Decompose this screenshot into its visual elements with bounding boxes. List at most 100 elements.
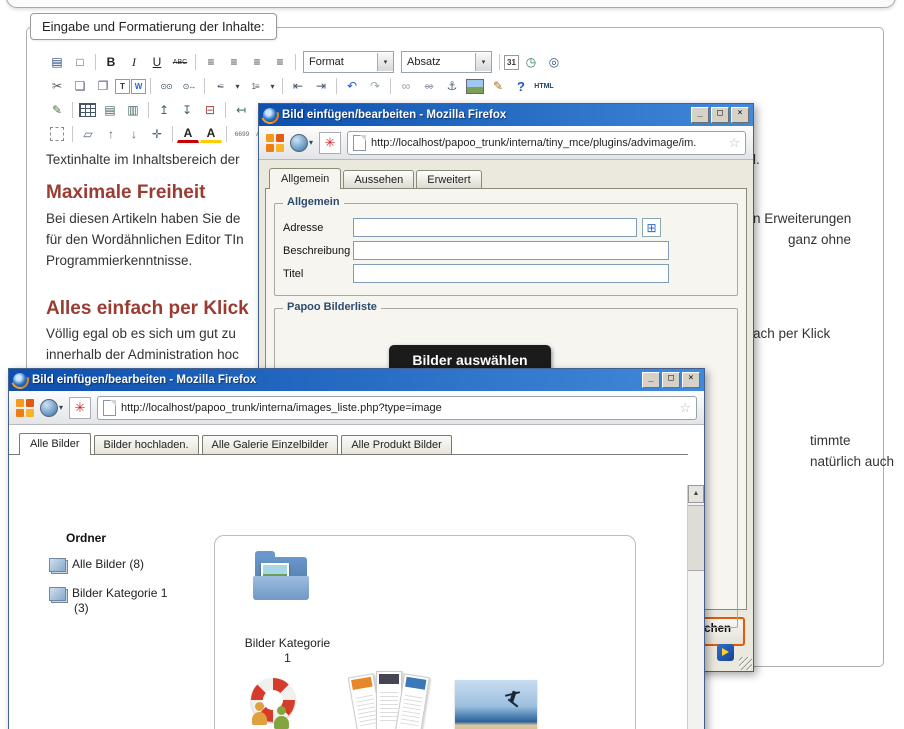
paste-from-word-icon[interactable]: W [131,79,146,94]
save-icon[interactable]: ▤ [46,51,68,73]
editor-paragraph-fragment[interactable]: n Erweiterungen [753,211,851,226]
scrollbar[interactable]: ▲ [687,485,704,729]
red-asterisk-icon[interactable]: ✳ [319,132,341,154]
bold-icon[interactable]: B [100,51,122,73]
format-select[interactable]: Format ▾ [303,51,394,73]
editor-paragraph-fragment[interactable]: ganz ohne [788,232,851,247]
delete-row-icon[interactable]: ⊟ [199,99,221,121]
help-icon[interactable]: ? [510,75,532,97]
tab-bilder-hochladen[interactable]: Bilder hochladen. [94,435,199,454]
undo-icon[interactable]: ↶ [341,75,363,97]
scrollbar-thumb[interactable] [688,505,704,571]
title-bar[interactable]: Bild einfügen/bearbeiten - Mozilla Firef… [259,104,753,126]
tab-alle-bilder[interactable]: Alle Bilder [19,433,91,455]
editor-paragraph[interactable]: innerhalb der Administration hoc [46,347,239,362]
edit-css-icon[interactable]: ✎ [46,99,68,121]
insert-date-icon[interactable]: 31 [504,55,519,70]
go-button[interactable]: ▾ [290,134,313,152]
community-thumbnail[interactable] [243,676,307,729]
numbered-list-icon[interactable]: 1≡ [244,75,266,97]
folder-label[interactable]: Bilder Kategorie 1 [225,636,350,666]
insert-time-icon[interactable]: ◷ [520,51,542,73]
insert-layer-icon[interactable]: ▱ [77,123,99,145]
tab-erweitert[interactable]: Erweitert [416,170,481,188]
dropdown-caret-icon[interactable]: ▾ [267,75,278,97]
tab-aussehen[interactable]: Aussehen [343,170,414,188]
resize-grip[interactable] [739,657,752,670]
move-backward-icon[interactable]: ↓ [123,123,145,145]
close-button[interactable]: × [731,107,749,123]
preview-icon[interactable]: ◎ [543,51,565,73]
image-browser-button[interactable]: ⊞ [642,218,661,237]
dropdown-caret-icon[interactable]: ▾ [232,75,243,97]
editor-paragraph-fragment[interactable]: l. [753,152,760,167]
freedom-thumbnail[interactable] [455,680,537,729]
editor-paragraph-fragment[interactable]: natürlich auch [810,454,894,469]
sidebar-item-bilder-kategorie-1[interactable]: Bilder Kategorie 1 (3) [49,586,209,616]
editor-paragraph[interactable]: Bei diesen Artikeln haben Sie de [46,211,240,226]
redo-icon[interactable]: ↷ [364,75,386,97]
sidebar-item-alle-bilder[interactable]: Alle Bilder (8) [49,557,209,572]
maximize-button[interactable]: □ [711,107,729,123]
anchor-icon[interactable]: ⚓ [441,75,463,97]
cut-icon[interactable]: ✂ [46,75,68,97]
replace-icon[interactable]: ⊙↔ [178,75,200,97]
table-row-properties-icon[interactable]: ▤ [99,99,121,121]
title-bar[interactable]: Bild einfügen/bearbeiten - Mozilla Firef… [9,369,704,391]
beschreibung-input[interactable] [353,241,669,260]
editor-paragraph-fragment[interactable]: ach per Klick [753,326,830,341]
link-icon[interactable]: ∞ [395,75,417,97]
red-asterisk-icon[interactable]: ✳ [69,397,91,419]
editor-heading-1[interactable]: Maximale Freiheit [46,182,205,204]
search-icon[interactable]: ⊙⊙ [155,75,177,97]
editor-paragraph-fragment[interactable]: timmte [810,433,851,448]
tab-alle-galerie-einzelbilder[interactable]: Alle Galerie Einzelbilder [202,435,339,454]
tab-allgemein[interactable]: Allgemein [269,168,341,189]
unlink-icon[interactable]: ∞ [418,75,440,97]
adresse-input[interactable] [353,218,637,237]
indent-icon[interactable]: ⇥ [310,75,332,97]
url-bar[interactable]: http://localhost/papoo_trunk/interna/tin… [347,131,746,155]
paste-as-text-icon[interactable]: T [115,79,130,94]
move-forward-icon[interactable]: ↑ [100,123,122,145]
editor-heading-2[interactable]: Alles einfach per Klick [46,298,249,320]
underline-icon[interactable]: U [146,51,168,73]
new-document-icon[interactable]: □ [69,51,91,73]
outdent-icon[interactable]: ⇤ [287,75,309,97]
strikethrough-icon[interactable]: ABC [169,51,191,73]
titel-input[interactable] [353,264,669,283]
italic-icon[interactable]: I [123,51,145,73]
insert-table-icon[interactable] [79,103,96,117]
font-color-icon[interactable]: A [177,125,199,143]
align-center-icon[interactable]: ≡ [223,51,245,73]
visual-aid-icon[interactable] [50,127,64,141]
bookmark-star-icon[interactable]: ☆ [679,400,691,416]
design-thumbnail[interactable] [347,668,431,729]
cite-icon[interactable]: 6699 [231,123,253,145]
align-right-icon[interactable]: ≡ [246,51,268,73]
paragraph-select[interactable]: Absatz ▾ [401,51,492,73]
go-button[interactable]: ▾ [40,399,63,417]
editor-paragraph[interactable]: Programmierkenntnisse. [46,253,192,268]
html-source-icon[interactable]: HTML [533,75,555,97]
minimize-button[interactable]: _ [691,107,709,123]
folder-icon[interactable] [253,546,311,610]
cleanup-icon[interactable]: ✎ [487,75,509,97]
paste-icon[interactable]: ❐ [92,75,114,97]
close-button[interactable]: × [682,372,700,388]
bullet-list-icon[interactable]: •≡ [209,75,231,97]
tab-alle-produkt-bilder[interactable]: Alle Produkt Bilder [341,435,452,454]
back-color-icon[interactable]: A [200,125,222,143]
image-icon[interactable] [466,79,484,94]
papoo-logo-icon[interactable] [266,134,284,152]
maximize-button[interactable]: □ [662,372,680,388]
editor-paragraph[interactable]: Textinhalte im Inhaltsbereich der [46,152,240,167]
papoo-logo-icon[interactable] [16,399,34,417]
align-left-icon[interactable]: ≡ [200,51,222,73]
copy-icon[interactable]: ❏ [69,75,91,97]
insert-row-below-icon[interactable]: ↧ [176,99,198,121]
insert-column-left-icon[interactable]: ↤ [230,99,252,121]
minimize-button[interactable]: _ [642,372,660,388]
absolute-position-icon[interactable]: ✛ [146,123,168,145]
align-justify-icon[interactable]: ≡ [269,51,291,73]
